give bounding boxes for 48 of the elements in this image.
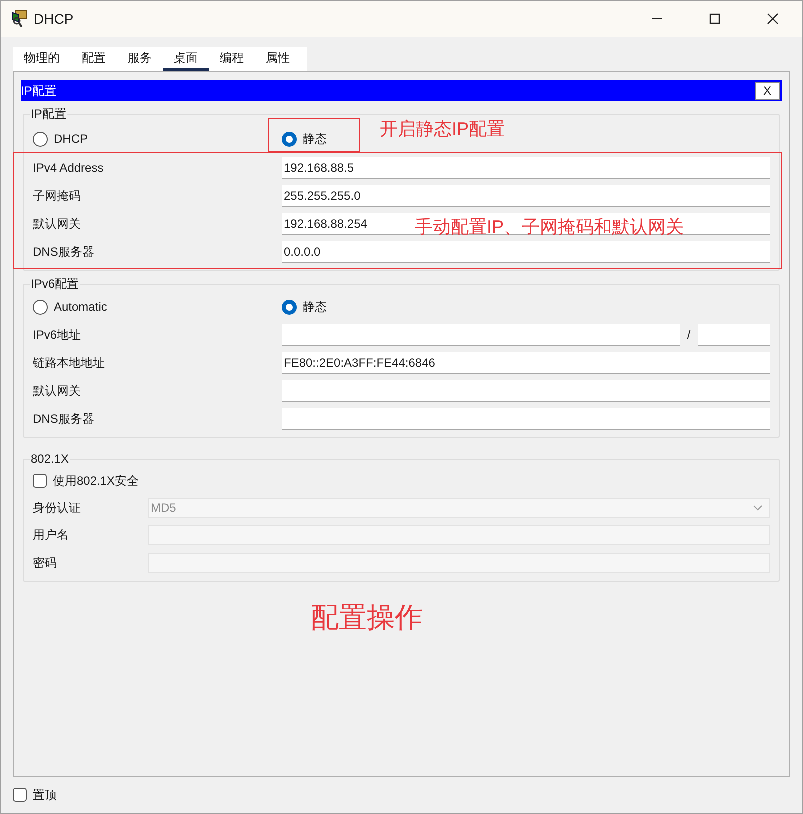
checkbox[interactable] (33, 474, 47, 488)
tab[interactable]: 服务 (117, 47, 163, 71)
group-title: 802.1X (30, 451, 70, 468)
radio-label: 静态 (303, 131, 327, 148)
tab[interactable]: 物理的 (13, 47, 71, 71)
app-icon (10, 9, 30, 29)
annotation-text: 开启静态IP配置 (380, 120, 506, 138)
field-label: 链路本地地址 (33, 355, 106, 372)
checkbox-label: 置顶 (33, 787, 57, 804)
input-field[interactable]: 192.168.88.5 (282, 157, 770, 179)
group-title: IP配置 (30, 106, 68, 123)
group-title: IPv6配置 (30, 276, 80, 293)
input-field[interactable] (282, 380, 770, 402)
close-button[interactable]: X (755, 82, 780, 100)
field-label: IPv4 Address (33, 160, 105, 177)
input-field[interactable]: 255.255.255.0 (282, 185, 770, 207)
radio-button[interactable] (282, 132, 297, 146)
input-field[interactable] (282, 324, 680, 346)
field-label: 身份认证 (33, 500, 82, 516)
prefix-field[interactable] (698, 324, 770, 346)
checkbox[interactable] (13, 788, 27, 802)
field-label: DNS服务器 (33, 411, 96, 428)
annotation-overlay: 手动配置IP、子网掩码和默认网关 (415, 218, 684, 236)
field-label: DNS服务器 (33, 244, 96, 261)
window-title: DHCP (34, 10, 74, 28)
field-label: 用户名 (33, 527, 70, 544)
field-label: IPv6地址 (33, 327, 82, 344)
panel-title: IP配置 (21, 82, 56, 100)
radio-label: Automatic (54, 299, 108, 316)
tab[interactable]: 编程 (209, 47, 255, 71)
radio-label: DHCP (54, 131, 88, 148)
tab[interactable]: 属性 (255, 47, 301, 71)
input-field[interactable]: FE80::2E0:A3FF:FE44:6846 (282, 352, 770, 374)
field-label: 默认网关 (33, 383, 82, 400)
radio-button[interactable] (33, 300, 48, 314)
radio-label: 静态 (303, 299, 327, 316)
annotation-text: 配置操作 (311, 604, 423, 632)
radio-button[interactable] (282, 300, 297, 314)
checkbox-label: 使用802.1X安全 (53, 473, 140, 490)
field-label: 密码 (33, 555, 58, 572)
input-field[interactable]: 0.0.0.0 (282, 241, 770, 263)
field-label: 默认网关 (33, 216, 82, 233)
radio-button[interactable] (33, 132, 48, 146)
chevron-down-icon (753, 504, 763, 510)
input-field[interactable] (282, 408, 770, 430)
slash-separator: / (686, 327, 692, 344)
tab[interactable]: 配置 (71, 47, 117, 71)
field-label: 子网掩码 (33, 188, 82, 205)
